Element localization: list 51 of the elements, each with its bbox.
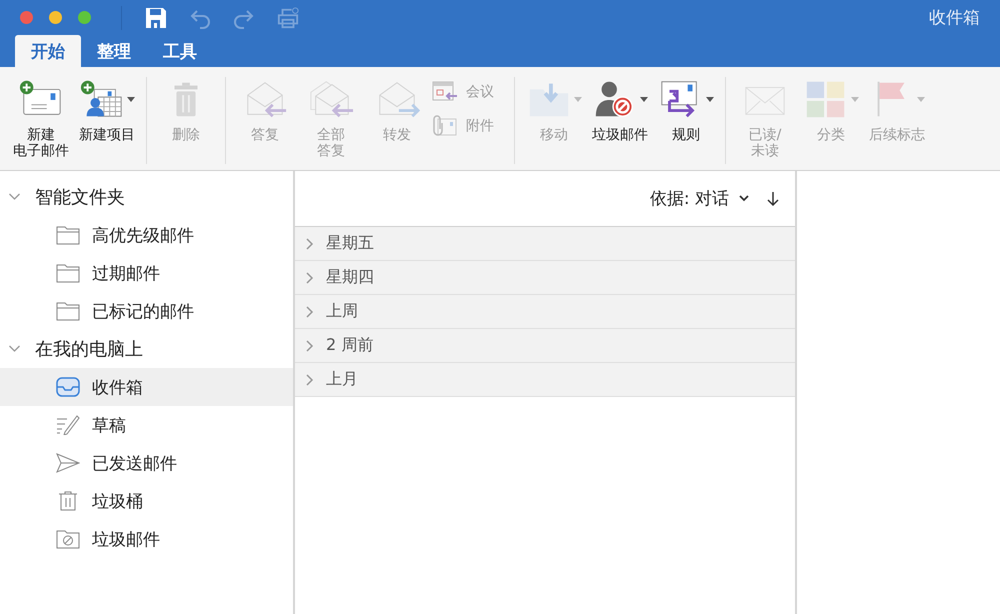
chevron-icon xyxy=(306,238,314,250)
message-group-header[interactable]: 上周 xyxy=(295,295,795,329)
pencil-lines-icon xyxy=(56,415,80,435)
trash-icon xyxy=(56,491,80,511)
save-button[interactable] xyxy=(144,6,168,30)
chevron-icon xyxy=(8,193,21,201)
sidebar-item[interactable]: 垃圾桶 xyxy=(0,482,293,520)
folder-icon xyxy=(56,225,80,245)
reply-all-icon xyxy=(308,79,354,119)
sort-direction-button[interactable] xyxy=(767,190,779,206)
message-group-header[interactable]: 星期五 xyxy=(295,227,795,261)
chevron-icon xyxy=(8,345,21,353)
sidebar-item[interactable]: 草稿 xyxy=(0,406,293,444)
chevron-icon xyxy=(739,195,749,202)
zoom-button[interactable] xyxy=(78,11,91,24)
sort-dropdown[interactable]: 依据: 对话 xyxy=(650,187,749,210)
inbox-icon xyxy=(56,377,80,397)
chevron-icon xyxy=(306,306,314,318)
chevron-icon xyxy=(306,374,314,386)
ribbon-button[interactable]: 新建 电子邮件 xyxy=(10,77,72,164)
chevron-icon xyxy=(306,340,314,352)
sidebar-item[interactable]: 已标记的邮件 xyxy=(0,292,293,330)
sidebar-item[interactable]: 已发送邮件 xyxy=(0,444,293,482)
message-group-header[interactable]: 星期四 xyxy=(295,261,795,295)
save-icon xyxy=(145,6,167,28)
sidebar-section-header[interactable]: 在我的电脑上 xyxy=(0,330,293,368)
close-button[interactable] xyxy=(20,11,33,24)
print-icon xyxy=(277,6,299,28)
calendar-arrow-icon xyxy=(432,81,458,103)
down-arrow-icon xyxy=(767,190,779,206)
sidebar-item[interactable]: 过期邮件 xyxy=(0,254,293,292)
chevron-icon xyxy=(306,272,314,284)
junk-folder-icon xyxy=(56,529,80,549)
folder-icon xyxy=(56,301,80,321)
ribbon-tab[interactable]: 工具 xyxy=(147,35,213,67)
message-group-header[interactable]: 上月 xyxy=(295,363,795,397)
sidebar-item[interactable]: 垃圾邮件 xyxy=(0,520,293,558)
ribbon-button[interactable]: 垃圾邮件 xyxy=(589,77,651,164)
ribbon-button[interactable]: 新建项目 xyxy=(76,77,138,164)
ribbon-tab[interactable]: 开始 xyxy=(15,35,81,67)
ribbon-tab[interactable]: 整理 xyxy=(81,35,147,67)
message-group-header[interactable]: 2 周前 xyxy=(295,329,795,363)
paperclip-icon xyxy=(432,115,458,137)
window-title: 收件箱 xyxy=(929,7,980,29)
folder-icon xyxy=(56,263,80,283)
minimize-button[interactable] xyxy=(49,11,62,24)
paper-plane-icon xyxy=(56,453,80,473)
sidebar-section-header[interactable]: 智能文件夹 xyxy=(0,178,293,216)
sidebar-item[interactable]: 高优先级邮件 xyxy=(0,216,293,254)
sidebar-item[interactable]: 收件箱 xyxy=(0,368,293,406)
ribbon-button[interactable]: 规则 xyxy=(655,77,717,164)
